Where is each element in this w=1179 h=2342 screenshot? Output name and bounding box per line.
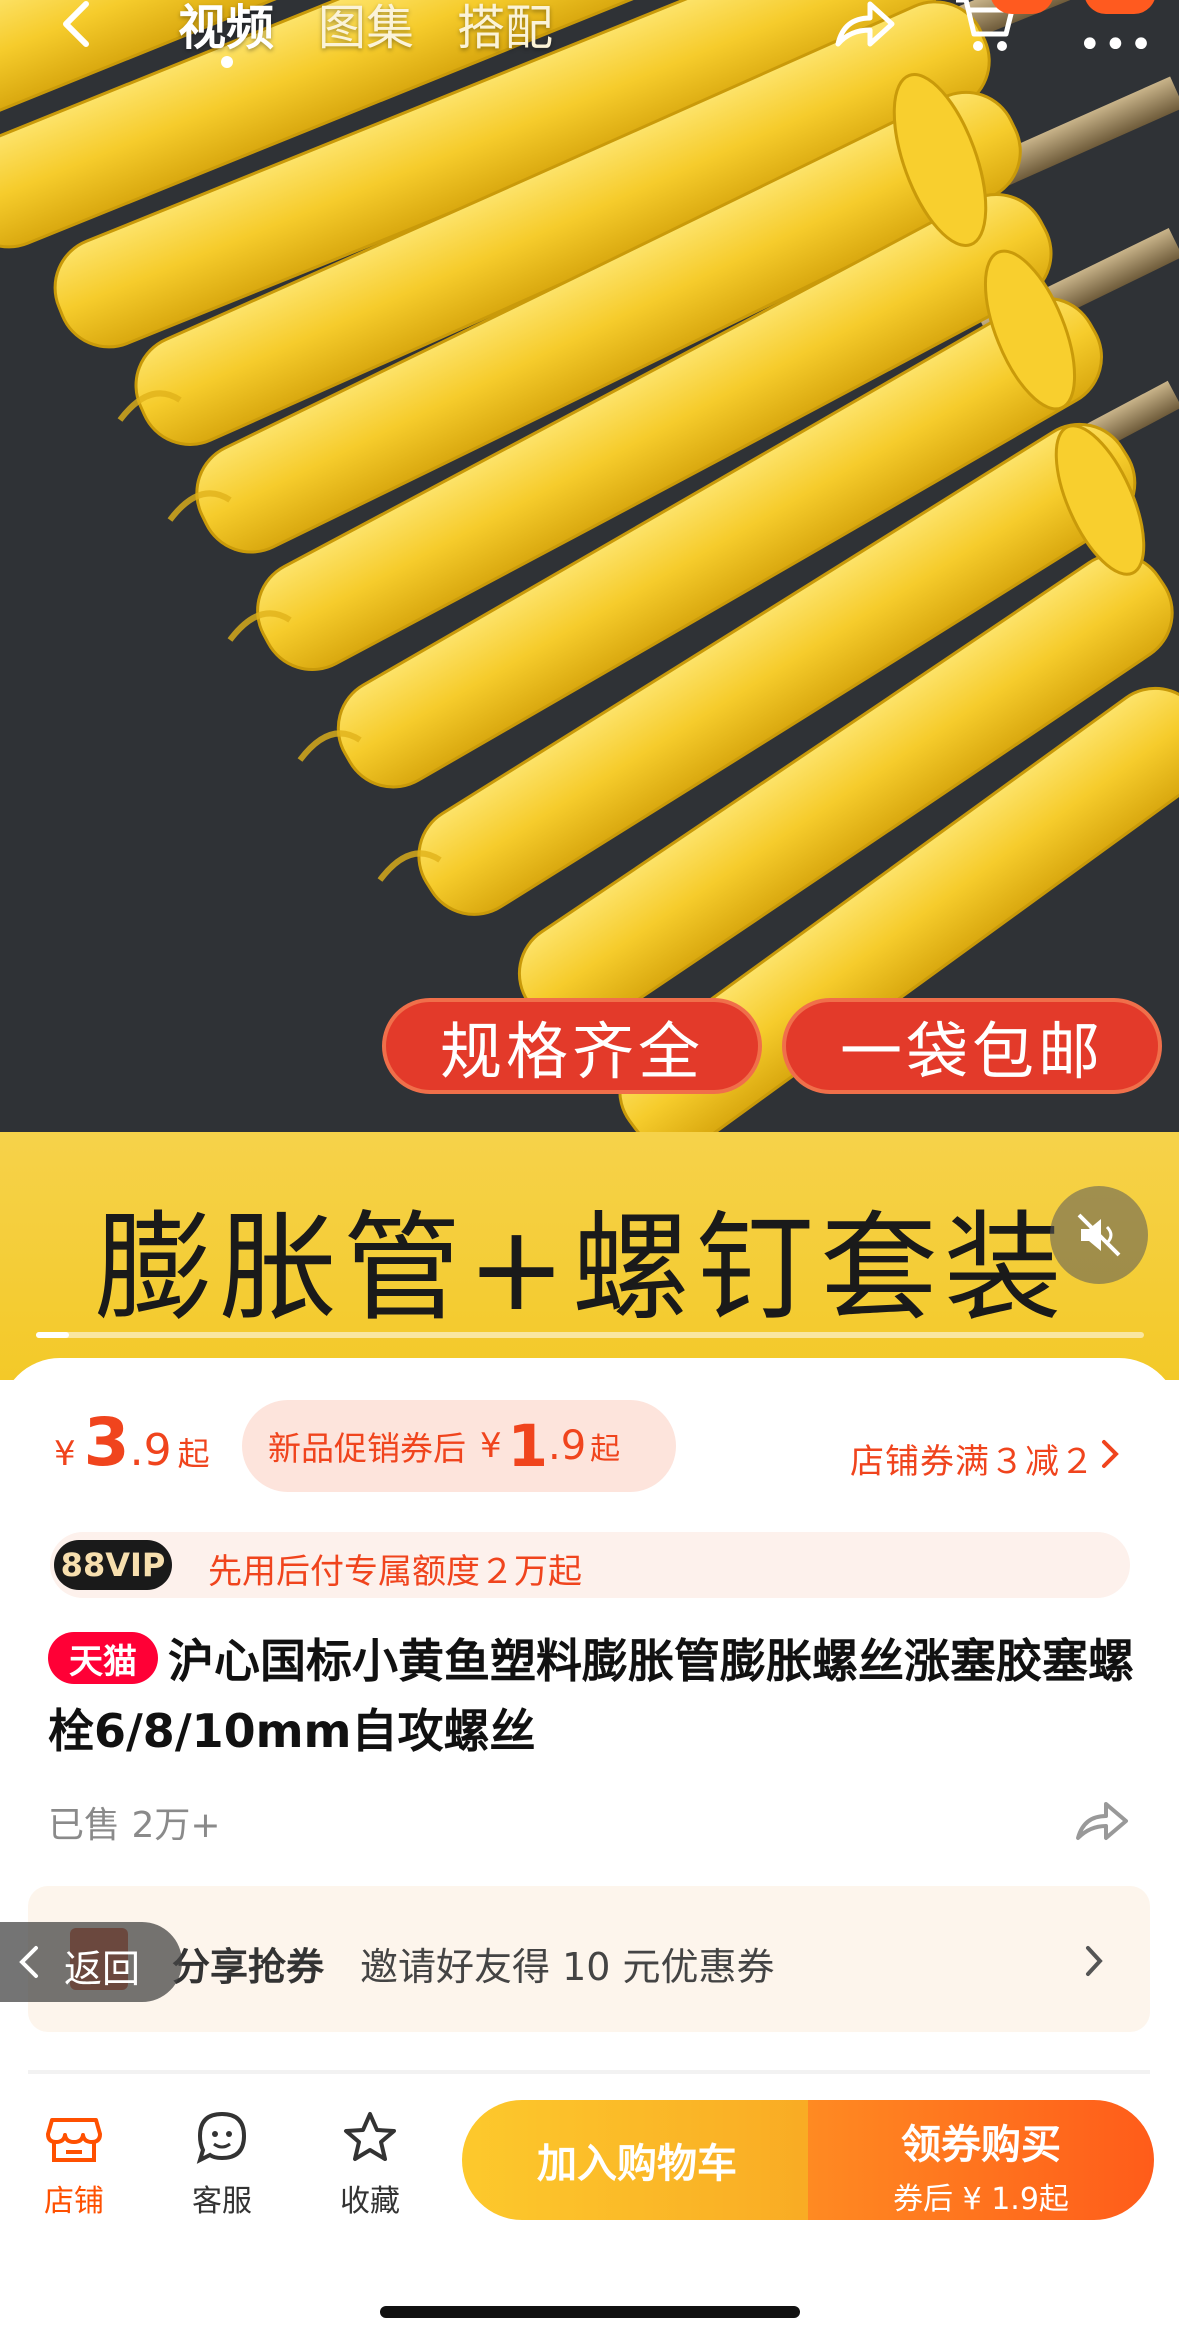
customer-service-button[interactable]: 客服: [172, 2108, 272, 2220]
promo-suffix: 起: [590, 1432, 621, 1467]
promo-decimal: .9: [548, 1423, 587, 1469]
promo-label: 新品促销券后: [268, 1429, 466, 1468]
favorite-button[interactable]: 收藏: [320, 2108, 420, 2220]
divider: [28, 2070, 1150, 2074]
top-nav: 视频 图集 搭配 •••: [0, 0, 1179, 68]
add-to-cart-button[interactable]: 加入购物车: [462, 2100, 812, 2220]
customer-service-label: 客服: [192, 2184, 252, 2219]
video-progress-fill: [36, 1332, 69, 1338]
video-progress-track[interactable]: [36, 1332, 1144, 1338]
buy-with-coupon-button[interactable]: 领券购买 券后 ¥ 1.9起: [808, 2100, 1154, 2220]
product-photo: [0, 0, 1179, 1140]
back-chevron-icon[interactable]: [52, 0, 100, 50]
store-coupon-link[interactable]: 店铺券满３减２: [850, 1434, 1095, 1483]
floating-back-button[interactable]: 返回: [0, 1922, 182, 2002]
product-title: 沪心国标小黄鱼塑料膨胀管膨胀螺丝涨塞胶塞螺栓6/8/10mm自攻螺丝: [48, 1634, 1134, 1758]
promo-integer: 1: [507, 1412, 548, 1480]
promo-price-pill[interactable]: 新品促销券后 ¥ 1 .9 起: [242, 1400, 676, 1492]
store-icon: [46, 2118, 102, 2162]
vip-badge: 88VIP: [54, 1540, 172, 1590]
store-label: 店铺: [44, 2184, 104, 2219]
buy-sub-label: 券后 ¥ 1.9起: [893, 2182, 1069, 2217]
share-icon-top[interactable]: [832, 0, 896, 52]
media-tag-specs: 规格齐全: [382, 998, 762, 1094]
store-button[interactable]: 店铺: [24, 2108, 124, 2220]
mute-button[interactable]: [1050, 1186, 1148, 1284]
share-coupon-desc: 邀请好友得 10 元优惠券: [360, 1945, 775, 1989]
more-icon[interactable]: •••: [1078, 22, 1155, 68]
floating-back-label: 返回: [64, 1947, 141, 1991]
price-decimal: .9: [129, 1425, 172, 1476]
speaker-muted-icon: [1077, 1213, 1121, 1257]
media-banner-text: 膨胀管+螺钉套装: [95, 1199, 1068, 1337]
tab-match[interactable]: 搭配: [457, 0, 553, 58]
media-tag-free-shipping: 一袋包邮: [782, 998, 1162, 1094]
tab-gallery[interactable]: 图集: [318, 0, 414, 58]
tab-video[interactable]: 视频: [178, 0, 274, 58]
share-coupon-title: 分享抢券: [172, 1945, 325, 1989]
message-badge: [1084, 0, 1156, 14]
share-icon[interactable]: [1074, 1796, 1130, 1844]
sold-count: 已售 2万+: [48, 1805, 221, 1846]
tab-active-dot: [221, 56, 233, 68]
home-indicator: [380, 2306, 800, 2318]
chevron-left-icon: [19, 1946, 38, 1978]
customer-service-icon: [196, 2111, 247, 2164]
price-suffix: 起: [177, 1435, 210, 1473]
chevron-right-icon[interactable]: [1084, 1944, 1104, 1978]
price-symbol: ¥: [54, 1434, 76, 1474]
favorite-label: 收藏: [340, 2184, 400, 2219]
vip-text: 先用后付专属额度２万起: [208, 1552, 582, 1592]
chevron-right-icon[interactable]: [1100, 1438, 1120, 1470]
buy-main-label: 领券购买: [901, 2122, 1061, 2168]
promo-symbol: ¥: [480, 1426, 502, 1466]
price: ¥ 3 .9 起: [54, 1404, 210, 1481]
price-integer: 3: [83, 1404, 130, 1481]
star-icon: [344, 2112, 396, 2161]
